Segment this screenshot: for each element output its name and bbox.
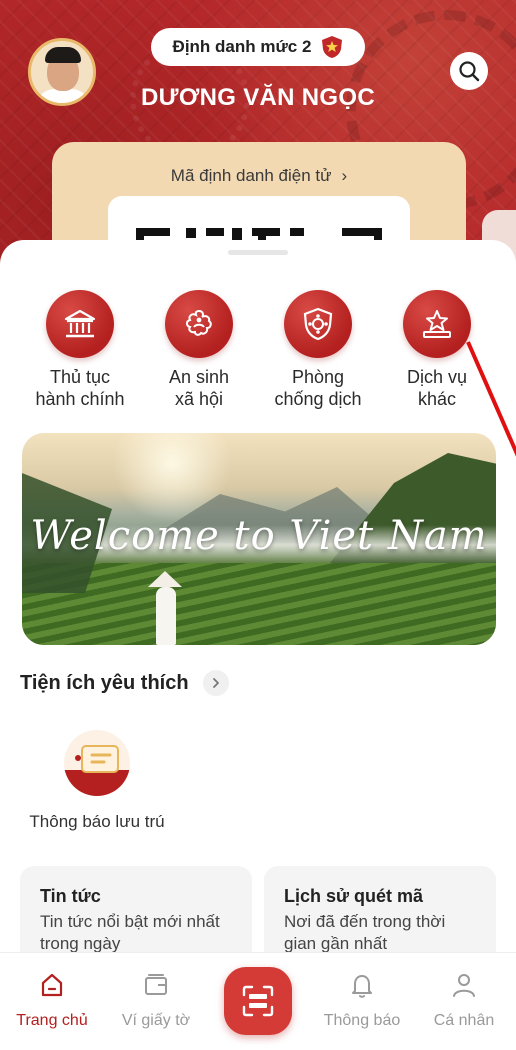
bell-icon xyxy=(352,975,372,998)
banner-text: Welcome to Viet Nam xyxy=(30,513,488,559)
scan-icon xyxy=(242,985,274,1017)
favorite-label: Thông báo lưu trú xyxy=(29,812,165,831)
scan-history-tile[interactable]: Lịch sử quét mã Nơi đã đến trong thời gi… xyxy=(264,866,496,952)
nav-label: Ví giấy tờ xyxy=(121,1012,191,1029)
star-podium-icon xyxy=(423,310,451,338)
family-flower-icon xyxy=(186,309,212,336)
scan-qr-button[interactable] xyxy=(224,967,292,1035)
avatar[interactable] xyxy=(28,38,96,106)
tile-title: Lịch sử quét mã xyxy=(284,886,424,906)
sheet-handle[interactable] xyxy=(228,250,288,255)
nav-wallet[interactable]: Ví giấy tờ xyxy=(104,971,208,1030)
bank-icon xyxy=(64,309,96,338)
home-sheet: Thủ tục hành chính An sinh xã hội Phòng … xyxy=(0,240,516,952)
nav-home[interactable]: Trang chủ xyxy=(0,971,104,1030)
tile-description: Nơi đã đến trong thời gian gần nhất xyxy=(284,912,446,952)
chevron-right-icon: › xyxy=(341,166,348,185)
nav-profile[interactable]: Cá nhân xyxy=(412,971,516,1030)
service-label: khác xyxy=(417,389,457,409)
nav-notifications[interactable]: Thông báo xyxy=(310,971,414,1030)
favorite-residence-notice[interactable]: Thông báo lưu trú xyxy=(22,730,172,832)
virus-shield-icon xyxy=(303,307,333,341)
search-button[interactable] xyxy=(450,52,488,90)
search-icon xyxy=(459,61,480,82)
service-shortcuts: Thủ tục hành chính An sinh xã hội Phòng … xyxy=(0,290,516,420)
user-icon xyxy=(453,974,475,997)
wallet-icon xyxy=(145,974,167,995)
tile-title: Tin tức xyxy=(40,886,101,906)
identity-level-badge[interactable]: Định danh mức 2 xyxy=(151,28,365,66)
police-badge-icon xyxy=(322,36,343,58)
news-tile[interactable]: Tin tức Tin tức nổi bật mới nhất trong n… xyxy=(20,866,252,952)
welcome-banner[interactable]: Welcome to Viet Nam xyxy=(22,433,496,645)
nav-label: Trang chủ xyxy=(16,1012,88,1029)
user-name: DƯƠNG VĂN NGỌC xyxy=(141,84,375,111)
nav-label: Thông báo xyxy=(323,1012,401,1029)
service-other[interactable]: Dịch vụ khác xyxy=(367,290,507,410)
favorites-title: Tiện ích yêu thích xyxy=(20,671,189,694)
nav-label: Cá nhân xyxy=(433,1012,495,1029)
tile-description: Tin tức nổi bật mới nhất trong ngày xyxy=(40,912,220,952)
id-card-title: Mã định danh điện tử xyxy=(170,166,332,185)
service-label: Dịch vụ xyxy=(406,367,468,387)
home-icon xyxy=(41,973,63,997)
identity-level-label: Định danh mức 2 xyxy=(172,37,312,56)
bottom-navigation: Trang chủ Ví giấy tờ Thông báo Cá nhân xyxy=(0,952,516,1050)
banner-figure xyxy=(146,571,186,645)
chevron-right-icon xyxy=(212,678,219,688)
favorites-more-button[interactable] xyxy=(202,670,229,696)
chat-bubble-icon xyxy=(75,745,119,773)
